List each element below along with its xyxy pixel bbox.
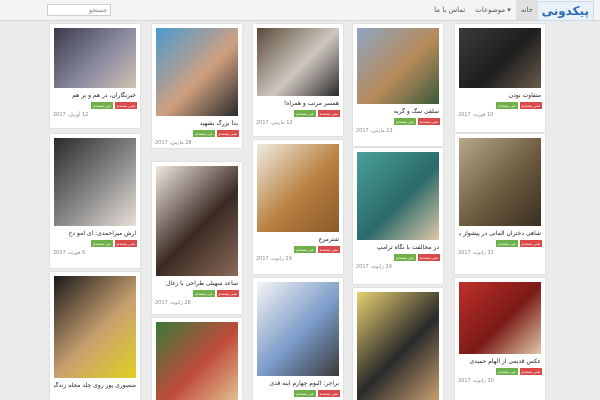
search-input[interactable] [47, 4, 111, 16]
post-card[interactable]: منصوری پور روی جلد مجله زندگی [50, 272, 140, 400]
vote-buttons: نمی پسندم می پسندم [394, 118, 440, 125]
post-image[interactable] [54, 28, 136, 88]
post-image[interactable] [459, 282, 541, 354]
post-title[interactable]: در مخالفت با نگاه ترامپ [357, 244, 439, 252]
post-card[interactable]: سلفی سگ و گربه نمی پسندم می پسندم 13 مارس، … [353, 24, 443, 146]
post-title[interactable]: ساعد سهیلی طراحی با زغال [156, 280, 238, 288]
vote-buttons: نمی پسندم می پسندم [91, 240, 137, 247]
vote-buttons: نمی پسندم می پسندم [496, 368, 542, 375]
dislike-button[interactable]: نمی پسندم [216, 290, 239, 297]
site-logo[interactable]: پیکدونی [536, 1, 594, 21]
dislike-button[interactable]: نمی پسندم [317, 110, 340, 117]
dislike-button[interactable]: نمی پسندم [417, 254, 440, 261]
like-button[interactable]: می پسندم [193, 130, 215, 137]
like-button[interactable]: می پسندم [394, 118, 416, 125]
post-title[interactable]: خبرنگاران، در هم و بر هم [54, 92, 136, 100]
post-card[interactable] [152, 318, 242, 400]
like-button[interactable]: می پسندم [193, 290, 215, 297]
post-image[interactable] [357, 152, 439, 240]
like-button[interactable]: می پسندم [294, 390, 316, 397]
like-button[interactable]: می پسندم [91, 240, 113, 247]
dislike-button[interactable]: نمی پسندم [114, 240, 137, 247]
post-card[interactable]: آرش میراحمدی: ای امو دخ نمی پسندم می پسندم… [50, 134, 140, 268]
post-card[interactable]: شاهی دختران آلمانی در پیشواز بیشوا!! نمی … [455, 134, 545, 274]
post-date: 28 ژانویه، 2017 [155, 300, 191, 306]
post-card[interactable]: بدأ بزرگ بشهید نمی پسندم می پسندم 28 مارس، … [152, 24, 242, 148]
post-date: 29 ژانویه، 2017 [256, 256, 292, 262]
post-date: 13 مارس، 2017 [256, 120, 293, 126]
post-title[interactable]: بدأ بزرگ بشهید [156, 120, 238, 128]
post-image[interactable] [459, 28, 541, 88]
post-title[interactable]: شاهی دختران آلمانی در پیشواز بیشوا!! [459, 230, 541, 238]
post-title[interactable]: شترمرغ [257, 236, 339, 244]
post-card[interactable]: عکس قدیمی از الهام حمیدی نمی پسندم می پسند… [455, 278, 545, 400]
post-image[interactable] [54, 276, 136, 378]
post-image[interactable] [54, 138, 136, 226]
post-card[interactable]: ساعد سهیلی طراحی با زغال نمی پسندم می پسند… [152, 162, 242, 314]
vote-buttons: نمی پسندم می پسندم [294, 390, 340, 397]
vote-buttons: نمی پسندم می پسندم [193, 290, 239, 297]
vote-buttons: نمی پسندم می پسندم [294, 246, 340, 253]
vote-buttons: نمی پسندم می پسندم [394, 254, 440, 261]
post-title[interactable]: منصوری پور روی جلد مجله زندگی [54, 382, 136, 390]
post-image[interactable] [459, 138, 541, 226]
post-date: 13 مارس، 2017 [356, 128, 393, 134]
post-image[interactable] [257, 282, 339, 376]
post-card[interactable]: همسر مرتب و همراه! نمی پسندم می پسندم 13 ما… [253, 24, 343, 136]
post-image[interactable] [257, 144, 339, 232]
post-image[interactable] [357, 28, 439, 104]
post-image[interactable] [156, 166, 238, 276]
like-button[interactable]: می پسندم [496, 240, 518, 247]
post-date: 31 ژانویه، 2017 [458, 250, 494, 256]
post-card[interactable]: متفاوت بودن نمی پسندم می پسندم 10 فوریه، 20… [455, 24, 545, 132]
post-title[interactable]: سلفی سگ و گربه [357, 108, 439, 116]
post-card[interactable]: در مخالفت با نگاه ترامپ نمی پسندم می پسندم… [353, 148, 443, 284]
post-date: 10 فوریه، 2017 [458, 112, 494, 118]
dislike-button[interactable]: نمی پسندم [417, 118, 440, 125]
dislike-button[interactable]: نمی پسندم [114, 102, 137, 109]
post-image[interactable] [156, 322, 238, 400]
post-date: 12 آوریل، 2017 [53, 112, 89, 118]
top-bar: پیکدونی خانه موضوعات ▾ تماس با ما [0, 0, 600, 21]
post-date: 5 فوریه، 2017 [53, 250, 86, 256]
post-card[interactable]: خبرنگاران، در هم و بر هم نمی پسندم می پسند… [50, 24, 140, 128]
post-image[interactable] [357, 292, 439, 400]
nav-item-contact[interactable]: تماس با ما [429, 0, 470, 20]
vote-buttons: نمی پسندم می پسندم [193, 130, 239, 137]
like-button[interactable]: می پسندم [91, 102, 113, 109]
vote-buttons: نمی پسندم می پسندم [91, 102, 137, 109]
post-title[interactable]: عکس قدیمی از الهام حمیدی [459, 358, 541, 366]
post-title[interactable]: آرش میراحمدی: ای امو دخ [54, 230, 136, 238]
post-date: 28 مارس، 2017 [155, 140, 192, 146]
dislike-button[interactable]: نمی پسندم [216, 130, 239, 137]
like-button[interactable]: می پسندم [294, 110, 316, 117]
vote-buttons: نمی پسندم می پسندم [496, 102, 542, 109]
like-button[interactable]: می پسندم [496, 368, 518, 375]
like-button[interactable]: می پسندم [294, 246, 316, 253]
post-title[interactable]: همسر مرتب و همراه! [257, 100, 339, 108]
like-button[interactable]: می پسندم [394, 254, 416, 261]
dislike-button[interactable]: نمی پسندم [519, 368, 542, 375]
post-title[interactable]: متفاوت بودن [459, 92, 541, 100]
dislike-button[interactable]: نمی پسندم [519, 240, 542, 247]
nav-item-topics[interactable]: موضوعات ▾ [470, 0, 516, 20]
vote-buttons: نمی پسندم می پسندم [496, 240, 542, 247]
post-date: 29 ژانویه، 2017 [356, 264, 392, 270]
nav-item-home[interactable]: خانه [515, 0, 538, 20]
like-button[interactable]: می پسندم [496, 102, 518, 109]
post-image[interactable] [156, 28, 238, 116]
post-card[interactable]: شترمرغ نمی پسندم می پسندم 29 ژانویه، 2017 [253, 140, 343, 274]
dislike-button[interactable]: نمی پسندم [317, 390, 340, 397]
dislike-button[interactable]: نمی پسندم [519, 102, 542, 109]
post-title[interactable]: براجر: آلبوم چهارم آینه قدی [257, 380, 339, 388]
dislike-button[interactable]: نمی پسندم [317, 246, 340, 253]
vote-buttons: نمی پسندم می پسندم [294, 110, 340, 117]
post-date: 30 ژانویه، 2017 [458, 378, 494, 384]
post-card[interactable]: براجر: آلبوم چهارم آینه قدی نمی پسندم می پ… [253, 278, 343, 400]
main-nav: خانه موضوعات ▾ تماس با ما [429, 0, 538, 20]
post-image[interactable] [257, 28, 339, 96]
post-card[interactable] [353, 288, 443, 400]
